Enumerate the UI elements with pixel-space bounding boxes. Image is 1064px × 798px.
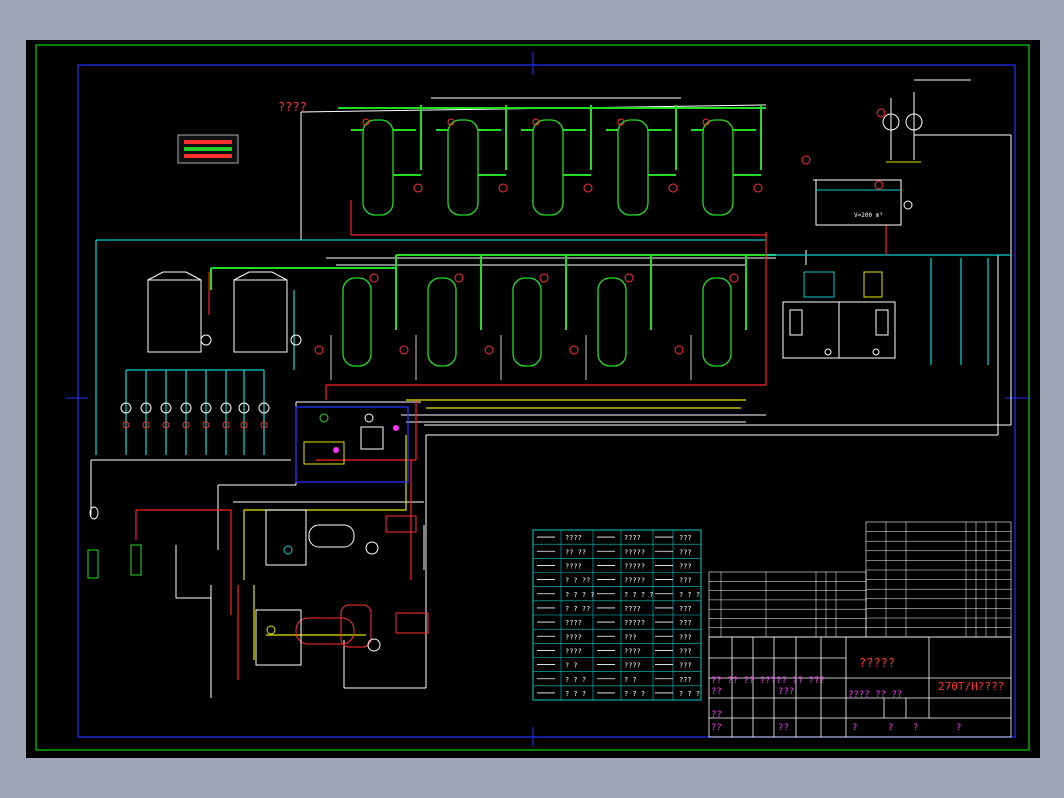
title-block-row1: ?? ?? ?? ????? ?? ???	[711, 676, 825, 686]
legend-label: ???	[679, 577, 692, 585]
dosing-skid	[295, 406, 409, 483]
legend-label: ?????	[624, 619, 645, 627]
legend-label: ???	[679, 633, 692, 641]
legend-label: ?? ??	[565, 548, 586, 556]
legend-label: ???	[679, 562, 692, 570]
legend-label: ????	[624, 662, 641, 670]
legend-label: ???	[679, 647, 692, 655]
pipes-green	[210, 105, 776, 330]
legend-label: ? ?	[565, 662, 578, 670]
legend-label: ?????	[624, 562, 645, 570]
legend-label: ???	[679, 605, 692, 613]
legend-label: ? ? ?	[565, 676, 586, 684]
title-block-row6-b: ?	[888, 723, 893, 733]
title-block-row5b: ??	[778, 723, 789, 733]
legend-label: ???	[679, 676, 692, 684]
legend-label: ? ?	[624, 676, 637, 684]
legend-label: ???	[679, 548, 692, 556]
legend-label: ? ? ? ?	[565, 591, 595, 599]
pump-row-left-valves	[122, 421, 268, 429]
title-block-row3: ???? ?? ??	[848, 690, 902, 700]
legend-label: ? ? ?	[679, 690, 700, 698]
cad-viewport[interactable]: ???? V=200 m³ ???? ???? ??? ?? ?? ????? …	[26, 40, 1040, 758]
tank-volume-label: V=200 m³	[854, 212, 883, 219]
title-block-row4: ??	[711, 710, 722, 720]
legend-label: ???	[679, 619, 692, 627]
title-block-project-title: 270T/H????	[938, 680, 1004, 693]
filter-row-top	[351, 119, 761, 216]
title-block-row2: ??	[711, 687, 722, 697]
stamp-box	[177, 134, 239, 164]
legend-label: ?????	[624, 548, 645, 556]
equipment-list-rows	[709, 522, 1011, 637]
title-block-center-title: ?????	[859, 656, 895, 670]
legend-label: ????	[565, 562, 582, 570]
legend-label: ????	[624, 647, 641, 655]
title-block-row2b: ???	[778, 687, 794, 697]
tank-area-right: V=200 m³	[801, 79, 971, 226]
legend-label: ???	[624, 633, 637, 641]
legend-label: ???	[679, 534, 692, 542]
process-flow-drawing: ???? V=200 m³ ???? ???? ????? ?? ????? ?…	[35, 44, 1030, 751]
title-block-row6-c: ?	[913, 723, 918, 733]
storage-tanks-left	[147, 271, 302, 353]
legend-label: ???	[679, 662, 692, 670]
symbol-legend: ????????????? ??????????????????????? ? …	[532, 529, 702, 701]
side-instruments	[87, 506, 142, 579]
title-block-row6-a: ?	[852, 723, 857, 733]
legend-label: ????	[624, 605, 641, 613]
pump-row-left	[120, 402, 270, 414]
legend-label: ????	[565, 647, 582, 655]
legend-label: ? ? ??	[565, 605, 590, 613]
legend-label: ? ? ?	[624, 690, 645, 698]
legend-label: ? ? ? ?	[624, 591, 654, 599]
legend-label: ?????	[624, 577, 645, 585]
filter-row-bottom-supports	[330, 335, 692, 380]
legend-label: ????	[565, 633, 582, 641]
regen-tanks-right	[782, 271, 896, 359]
air-system-upper	[265, 509, 417, 566]
legend-label: ? ? ??	[565, 577, 590, 585]
title-block-row6-d: ?	[956, 723, 961, 733]
legend-label: ????	[624, 534, 641, 542]
legend-label: ? ? ?	[565, 690, 586, 698]
filter-row-bottom-instruments	[314, 273, 739, 355]
legend-label: ????	[565, 534, 582, 542]
title-block-row5: ??	[711, 723, 722, 733]
legend-label: ? ? ?	[679, 591, 700, 599]
legend-label: ????	[565, 619, 582, 627]
